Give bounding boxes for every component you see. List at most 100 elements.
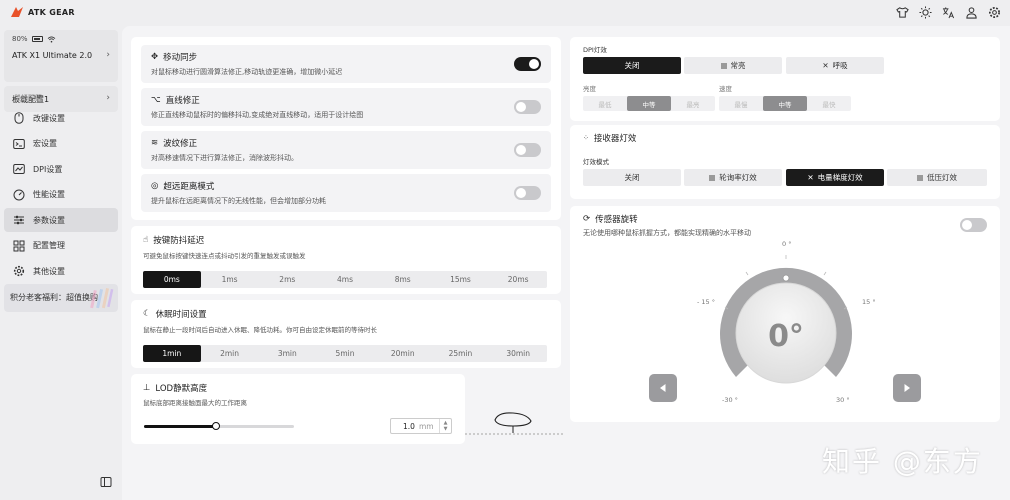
battery-level: 80% [12,35,28,43]
shirt-icon[interactable] [895,5,910,20]
receiver-mode-off[interactable]: 关闭 [583,169,681,186]
sleep-option[interactable]: 1min [143,345,201,362]
mouse-icon [13,112,25,124]
rotation-dial[interactable]: 0° [710,251,862,411]
angle-snap-toggle[interactable] [514,100,541,114]
receiver-light-panel: ⁘ 接收器灯效 灯效模式 关闭 轮询率灯效 ✕ 电量梯度灯效 低压灯效 [570,125,1000,199]
debounce-option[interactable]: 15ms [432,271,490,288]
motion-sync-title: 移动同步 [163,53,198,63]
rotate-icon: ⟳ [583,214,591,224]
sidebar-item-macro[interactable]: 宏设置 [4,132,118,156]
option-label: 轮询率灯效 [719,173,757,182]
lod-icon: ⊥ [143,383,151,393]
brightness-option[interactable]: 最亮 [671,96,715,111]
speed-option[interactable]: 中等 [763,96,807,111]
sidebar-item-other[interactable]: 其他设置 [4,259,118,283]
watermark: 知乎 @东方 [822,445,983,478]
sun-icon[interactable] [918,5,933,20]
angle-snap-row: ⌥ 直线修正 修正直线移动鼠标时的偏移抖动,变成绝对直线移动，适用于设计绘图 [141,88,551,126]
sleep-option[interactable]: 25min [432,345,490,362]
sleep-option[interactable]: 30min [489,345,547,362]
receiver-light-title: 接收器灯效 [593,134,637,144]
sleep-desc: 鼠标在静止一段时间后自动进入休眠、降低功耗。你可自由设定休眠前的等待时长 [143,326,377,334]
lod-slider-handle[interactable] [212,422,220,430]
dpi-mode-off[interactable]: 关闭 [583,57,681,74]
speed-option[interactable]: 最快 [807,96,851,111]
sensor-rotation-toggle[interactable] [960,218,987,232]
ripple-icon: ≋ [151,138,159,148]
user-icon[interactable] [964,5,979,20]
debounce-option[interactable]: 1ms [201,271,259,288]
tick-minus-30: -30 ° [722,396,738,404]
receiver-mode-battery[interactable]: ✕ 电量梯度灯效 [786,169,884,186]
sidebar-item-label: 配置管理 [33,241,65,250]
motion-sync-desc: 对鼠标移动进行圆滑算法修正,移动轨迹更准确，增加微小延迟 [151,68,343,76]
sidebar-item-parameters[interactable]: 参数设置 [4,208,118,232]
dpi-mode-breathe[interactable]: ✕ 呼吸 [786,57,884,74]
wifi-icon [47,35,55,42]
sleep-option[interactable]: 20min [374,345,432,362]
translate-icon[interactable] [941,5,956,20]
ripple-toggle[interactable] [514,143,541,157]
debounce-desc: 可避免鼠标按键快速连点或抖动引发的重复触发或误触发 [143,252,306,260]
sleep-option[interactable]: 3min [258,345,316,362]
triangle-left-icon [660,384,666,392]
dpi-mode-steady[interactable]: 常亮 [684,57,782,74]
gear-icon[interactable] [987,5,1002,20]
sidebar-item-performance[interactable]: 性能设置 [4,183,118,207]
option-label: 关闭 [624,173,640,182]
lod-stepper[interactable]: ▲ ▼ [439,419,451,433]
x-icon: ✕ [807,173,814,182]
brightness-option[interactable]: 中等 [627,96,671,111]
device-name: ATK X1 Ultimate 2.0 [12,51,93,60]
speed-option[interactable]: 最慢 [719,96,763,111]
sidebar-item-config[interactable]: 配置管理 [4,234,118,258]
promo-banner[interactable]: 积分老客福利：超值换购 [4,284,118,312]
brand-logo: ATK GEAR [10,6,75,18]
debounce-selector: 0ms 1ms 2ms 4ms 8ms 15ms 20ms [143,271,547,288]
debounce-option[interactable]: 2ms [258,271,316,288]
long-range-toggle[interactable] [514,186,541,200]
lod-title: LOD静默高度 [155,384,208,394]
sleep-option[interactable]: 5min [316,345,374,362]
lod-value-input[interactable]: 1.0 mm ▲ ▼ [390,418,452,434]
long-range-desc: 提升鼠标在远距离情况下的无线性能，但会增加部分功耗 [151,197,326,205]
tick-minus-15: - 15 ° [697,298,715,306]
dpi-icon [13,163,25,175]
speed-label: 速度 [719,85,732,93]
rotation-value: 0° [768,319,804,354]
sidebar-item-label: 改键设置 [33,113,65,123]
lod-unit: mm [418,421,434,431]
receiver-mode-polling[interactable]: 轮询率灯效 [684,169,782,186]
sleep-option[interactable]: 2min [201,345,259,362]
sidebar-item-label: 宏设置 [33,139,57,148]
option-label: 低压灯效 [927,173,957,182]
receiver-mode-lowvolt[interactable]: 低压灯效 [887,169,987,186]
sleep-selector: 1min 2min 3min 5min 20min 25min 30min [143,345,547,362]
sidebar-item-label: 参数设置 [33,215,65,225]
debounce-option[interactable]: 0ms [143,271,201,288]
speed-selector: 最慢 中等 最快 [719,96,851,111]
debounce-option[interactable]: 4ms [316,271,374,288]
sidebar-item-dpi[interactable]: DPI设置 [4,157,118,181]
rotate-right-button[interactable] [893,374,921,402]
triangle-right-icon [904,384,910,392]
device-card[interactable]: 80% ATK X1 Ultimate 2.0 › [4,30,118,82]
dpi-light-label: DPI灯效 [583,46,607,54]
debounce-option[interactable]: 8ms [374,271,432,288]
motion-sync-toggle[interactable] [514,57,541,71]
brightness-selector: 最低 中等 最亮 [583,96,715,111]
sidebar-collapse-icon[interactable] [100,476,112,488]
toggle-settings-panel: ✥ 移动同步 对鼠标移动进行圆滑算法修正,移动轨迹更准确，增加微小延迟 ⌥ 直线修正… [131,37,561,220]
rotate-left-button[interactable] [649,374,677,402]
sidebar-item-keymap[interactable]: 改键设置 [4,106,118,130]
brightness-option[interactable]: 最低 [583,96,627,111]
signal-icon: ◎ [151,181,159,191]
debounce-option[interactable]: 20ms [489,271,547,288]
tick-0: 0 ° [782,240,792,248]
atk-logo-icon [11,7,23,17]
ripple-title: 波纹修正 [163,139,198,149]
lod-slider[interactable] [144,422,294,430]
angle-snap-title: 直线修正 [165,96,200,106]
mouse-height-illustration [465,412,563,435]
